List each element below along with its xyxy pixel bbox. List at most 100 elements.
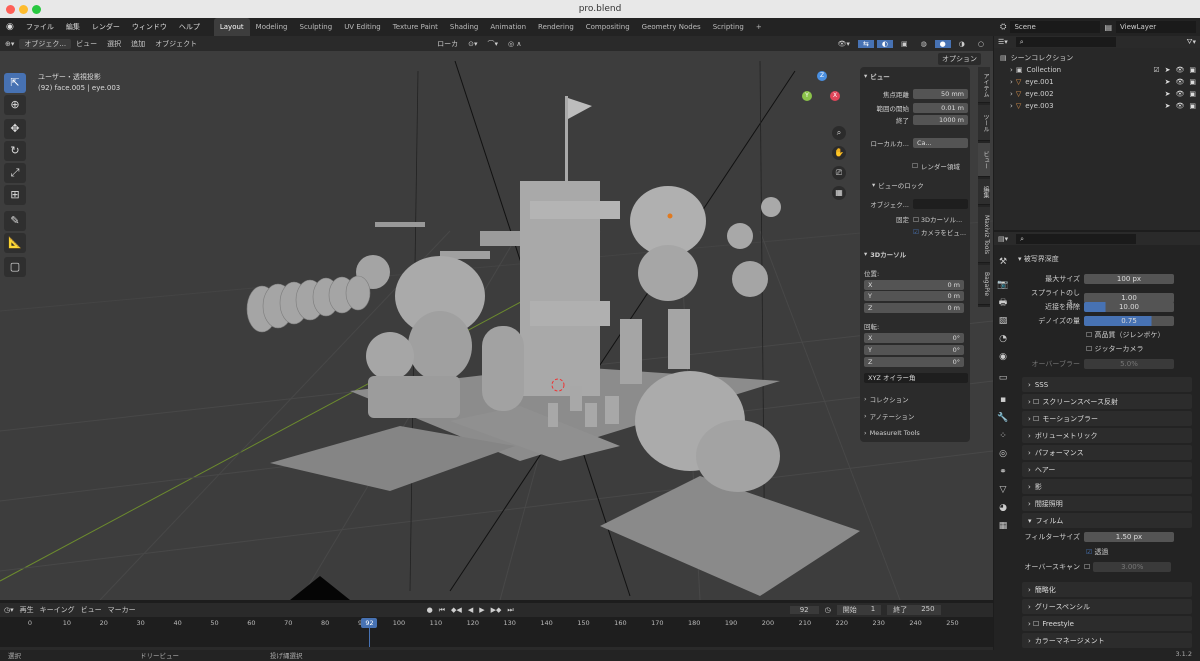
select-arrow-icon[interactable]: ➤ [1165, 90, 1171, 98]
modifier-props-icon[interactable]: 🔧 [994, 410, 1012, 426]
playhead[interactable]: 92 [361, 618, 378, 628]
checkbox-icon[interactable]: ☑ [1153, 66, 1159, 74]
scale-tool-icon[interactable]: ⤢ [4, 163, 26, 183]
shading-rendered-icon[interactable]: ○ [973, 40, 989, 48]
tab-item[interactable]: アイテム [978, 67, 990, 103]
section-ssr[interactable]: › ☐ スクリーンスペース反射 [1022, 394, 1192, 409]
eye-icon[interactable]: 👁 [1175, 102, 1184, 110]
3d-cursor-header[interactable]: ▾ 3Dカーソル [864, 248, 968, 259]
section-sss[interactable]: › SSS [1022, 377, 1192, 392]
z-axis-icon[interactable]: Z [817, 71, 827, 81]
cursor-x-field[interactable]: X0 m [864, 279, 964, 290]
overlay-icon[interactable]: ◐ [876, 39, 893, 48]
expand-icon[interactable]: › [1010, 66, 1013, 74]
annotation-panel-header[interactable]: › アノテーション [864, 410, 968, 421]
tab-maxiviz[interactable]: Maxiviz Tools [978, 207, 990, 263]
move-tool-icon[interactable]: ✥ [4, 119, 26, 139]
jump-end-icon[interactable]: ⏭ [507, 606, 513, 615]
denoise-slider[interactable]: 0.75 [1084, 316, 1174, 326]
tab-scripting[interactable]: Scripting [707, 18, 750, 36]
proportional-edit-icon[interactable]: ◎ ∧ [503, 40, 526, 48]
marker-menu[interactable]: マーカー [108, 605, 136, 615]
outliner-search-input[interactable]: ⌕ [1015, 37, 1116, 47]
x-axis-icon[interactable]: X [830, 91, 840, 101]
render-region-checkbox[interactable]: ☐ レンダー領域 [864, 160, 968, 171]
section-freestyle[interactable]: › ☐ Freestyle [1022, 616, 1192, 631]
rotation-mode-select[interactable]: XYZ オイラー角 [864, 372, 968, 383]
properties-editor-icon[interactable]: ▤▾ [998, 235, 1008, 243]
transform-tool-icon[interactable]: ⊞ [4, 185, 26, 205]
render-props-icon[interactable]: 📷 [994, 277, 1012, 293]
menu-render[interactable]: レンダー [86, 22, 126, 32]
view-lock-header[interactable]: ▾ ビューのロック [864, 179, 968, 190]
tab-layout[interactable]: Layout [213, 18, 250, 36]
pivot-icon[interactable]: ⊙▾ [463, 40, 482, 48]
local-camera-field[interactable]: Ca... [913, 137, 968, 148]
outliner-editor-icon[interactable]: ☰▾ [998, 38, 1008, 46]
editor-type-icon[interactable]: ⊕▾ [0, 40, 19, 48]
menu-select[interactable]: 選択 [102, 39, 126, 49]
menu-help[interactable]: ヘルプ [173, 22, 206, 32]
menu-object[interactable]: オブジェクト [150, 39, 202, 49]
high-quality-checkbox[interactable]: ☐ 高品質（ジレンボケ） [1086, 330, 1165, 340]
shading-wire-icon[interactable]: ◍ [916, 40, 932, 48]
output-props-icon[interactable]: 🖶 [994, 295, 1012, 311]
select-tool-icon[interactable]: ⇱ [4, 73, 26, 93]
eye-icon[interactable]: 👁 [1175, 66, 1184, 74]
focal-length-field[interactable]: 50 mm [913, 88, 968, 99]
camera-icon[interactable]: ▣ [1189, 102, 1196, 110]
cursor-z-field[interactable]: Z0 m [864, 302, 964, 313]
eye-icon[interactable]: 👁 [1175, 90, 1184, 98]
tab-modeling[interactable]: Modeling [250, 18, 294, 36]
navigation-gizmo[interactable]: Z X Y [800, 71, 845, 121]
section-performance[interactable]: › パフォーマンス [1022, 445, 1192, 460]
overscan-field[interactable]: 3.00% [1093, 562, 1172, 572]
pan-hand-icon[interactable]: ✋ [832, 146, 846, 160]
eye-icon[interactable]: 👁 [1175, 78, 1184, 86]
visibility-icon[interactable]: 👁▾ [833, 40, 855, 48]
view-layer-props-icon[interactable]: ▧ [994, 313, 1012, 329]
shading-solid-icon[interactable]: ● [934, 39, 951, 48]
select-arrow-icon[interactable]: ➤ [1165, 78, 1171, 86]
cursor-y-field[interactable]: Y0 m [864, 290, 964, 301]
transparent-checkbox[interactable]: ☑ 透過 [1086, 547, 1109, 557]
object-props-icon[interactable]: ▪ [994, 392, 1012, 408]
tab-animation[interactable]: Animation [484, 18, 532, 36]
camera-view-icon[interactable]: ⎚ [832, 166, 846, 180]
lock-object-field[interactable] [913, 198, 968, 209]
annotate-tool-icon[interactable]: ✎ [4, 211, 26, 231]
tab-view[interactable]: ビュー [978, 143, 990, 177]
shading-material-icon[interactable]: ◑ [954, 40, 970, 48]
cursor-rot-x-field[interactable]: X 0° [864, 332, 964, 343]
menu-file[interactable]: ファイル [20, 22, 60, 32]
cursor-rot-z-field[interactable]: Z 0° [864, 356, 964, 367]
perspective-grid-icon[interactable]: ▦ [832, 186, 846, 200]
tab-edit[interactable]: 編集 [978, 179, 990, 205]
gizmo-icon[interactable]: ⇆ [857, 39, 874, 48]
y-axis-icon[interactable]: Y [802, 91, 812, 101]
minimize-window-button[interactable] [19, 5, 28, 14]
filter-icon[interactable]: ⛛▾ [1187, 38, 1200, 47]
section-volumetrics[interactable]: › ボリューメトリック [1022, 428, 1192, 443]
orientation-selector[interactable]: ローカ [432, 39, 463, 49]
add-workspace-icon[interactable]: + [750, 18, 768, 36]
3d-viewport[interactable]: ⇱ ⊕ ✥ ↻ ⤢ ⊞ ✎ 📐 ▢ ユーザー・透視投影 (92) face.00… [0, 51, 993, 600]
camera-icon[interactable]: ▣ [1189, 66, 1196, 74]
scene-selector[interactable]: Scene [1010, 21, 1101, 33]
material-props-icon[interactable]: ◕ [994, 500, 1012, 516]
playback-menu[interactable]: 再生 [20, 605, 34, 615]
viewlayer-selector[interactable]: ViewLayer [1116, 21, 1196, 33]
overscan-checkbox[interactable]: ☐ [1084, 563, 1090, 571]
expand-icon[interactable]: › [1010, 78, 1013, 86]
section-hair[interactable]: › ヘアー [1022, 462, 1192, 477]
outliner-item-collection[interactable]: › ▣ Collection ☑ ➤ 👁 ▣ [1000, 64, 1196, 76]
tab-geometry-nodes[interactable]: Geometry Nodes [636, 18, 707, 36]
play-icon[interactable]: ▶ [479, 606, 484, 614]
camera-icon[interactable]: ▣ [1189, 78, 1196, 86]
section-color-management[interactable]: › カラーマネージメント [1022, 633, 1192, 648]
menu-add[interactable]: 追加 [126, 39, 150, 49]
physics-props-icon[interactable]: ◎ [994, 446, 1012, 462]
section-shadows[interactable]: › 影 [1022, 479, 1192, 494]
overblur-field[interactable]: 5.0% [1084, 359, 1174, 369]
start-frame-field[interactable]: 開始 1 [836, 605, 882, 615]
